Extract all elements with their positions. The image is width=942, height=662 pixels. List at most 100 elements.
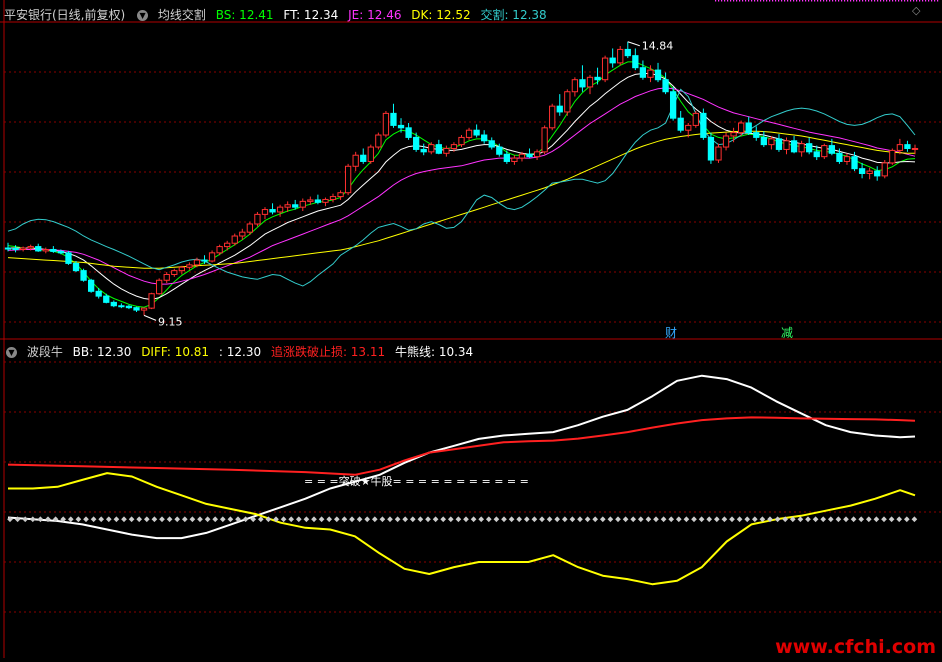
top-tick — [919, 0, 921, 2]
candle-body — [261, 209, 269, 215]
top-tick — [883, 0, 885, 2]
bullbear-diamond — [98, 516, 105, 523]
series-line-DIFF — [8, 472, 916, 586]
candle-body — [481, 134, 488, 142]
bottom-indicator-name[interactable]: 波段牛 — [27, 345, 63, 359]
top-tick — [799, 0, 801, 2]
candle-body — [677, 117, 684, 131]
bullbear-diamond — [523, 516, 530, 523]
candle-body — [700, 112, 707, 138]
high-pointer — [627, 41, 640, 47]
bullbear-diamond — [721, 516, 728, 523]
bullbear-diamond — [318, 516, 325, 523]
top-tick — [784, 0, 786, 2]
bullbear-diamond — [295, 516, 302, 523]
top-tick — [721, 0, 723, 2]
signal-text: = = =突破★牛股= = = = = = = = = = = — [304, 474, 529, 488]
bullbear-diamond — [166, 516, 173, 523]
bullbear-diamond — [888, 516, 895, 523]
candle-body — [314, 199, 322, 203]
bottom-indicator-menu-icon[interactable]: ▼ — [6, 347, 17, 358]
bullbear-diamond — [812, 516, 819, 523]
bullbear-diamond — [83, 516, 89, 523]
bullbear-diamond — [820, 516, 827, 523]
candle-body — [790, 140, 798, 153]
bullbear-diamond — [151, 516, 158, 523]
candle-body — [624, 48, 631, 57]
bullbear-diamond — [364, 516, 371, 523]
bullbear-diamond — [660, 516, 667, 523]
bullbear-diamond — [242, 516, 249, 523]
bullbear-diamond — [546, 516, 553, 523]
candle-body — [443, 147, 450, 154]
candle-body — [889, 149, 896, 164]
candle-body — [4, 247, 12, 250]
candle-body — [405, 127, 412, 138]
bullbear-diamond — [493, 516, 500, 523]
top-tick — [742, 0, 744, 2]
candle-body — [745, 122, 752, 134]
bullbear-diamond — [835, 516, 842, 523]
bullbear-diamond — [356, 516, 363, 523]
candle-body — [594, 76, 601, 81]
top-indicator-name[interactable]: 均线交割 — [158, 8, 206, 22]
top-tick — [778, 0, 780, 2]
bullbear-diamond — [903, 516, 910, 523]
bullbear-diamond — [394, 516, 401, 523]
stock-name: 平安银行(日线,前复权) — [4, 8, 126, 22]
bullbear-diamond — [592, 516, 599, 523]
top-tick — [754, 0, 756, 2]
candle-body — [292, 204, 299, 208]
top-tick — [865, 0, 867, 2]
bullbear-diamond — [174, 516, 181, 523]
candle-body — [246, 223, 254, 233]
top-tick — [760, 0, 762, 2]
bullbear-diamond — [843, 516, 849, 523]
bullbear-diamond — [622, 516, 629, 523]
candle-body — [564, 91, 571, 113]
candle-body — [201, 259, 208, 262]
candle-body — [488, 140, 495, 148]
candle-body — [80, 270, 87, 281]
bullbear-diamond — [751, 516, 758, 523]
candle-body — [87, 279, 95, 292]
top-tick — [934, 0, 936, 2]
candle-body — [42, 248, 49, 252]
top-tick — [805, 0, 807, 2]
top-tick — [862, 0, 864, 2]
candle-body — [125, 305, 133, 309]
top-tick — [736, 0, 738, 2]
watermark: www.cfchi.com — [775, 636, 936, 658]
candle-body — [344, 165, 352, 194]
candle-body — [654, 69, 662, 81]
bullbear-diamond — [599, 516, 606, 523]
top-tick — [787, 0, 789, 2]
candle-body — [556, 105, 563, 113]
diamond-icon[interactable]: ◇ — [912, 4, 920, 17]
top-indicator-menu-icon[interactable]: ▼ — [137, 10, 149, 21]
top-tick — [817, 0, 819, 2]
bullbear-diamond — [630, 516, 637, 523]
candle-body — [874, 170, 881, 177]
candle-body — [375, 134, 382, 148]
top-tick — [886, 0, 888, 2]
legend-bs: BS: 12.41 — [215, 8, 274, 22]
top-tick — [730, 0, 732, 2]
bullbear-diamond — [577, 516, 583, 523]
candle-body — [216, 246, 223, 254]
candle-body — [858, 168, 866, 174]
legend-blank: : 12.30 — [218, 345, 262, 359]
bullbear-diamond — [675, 516, 682, 523]
candle-body — [352, 154, 359, 167]
low-label: 9.15 — [158, 315, 183, 328]
bullbear-diamond — [508, 516, 515, 523]
candle-body — [413, 136, 420, 150]
bullbear-diamond — [128, 516, 135, 523]
candle-body — [360, 154, 367, 162]
top-tick — [763, 0, 765, 2]
candle-body — [896, 144, 904, 151]
bullbear-diamond — [478, 516, 485, 523]
top-tick — [880, 0, 882, 2]
candle-body — [329, 196, 337, 200]
bullbear-diamond — [455, 516, 462, 523]
